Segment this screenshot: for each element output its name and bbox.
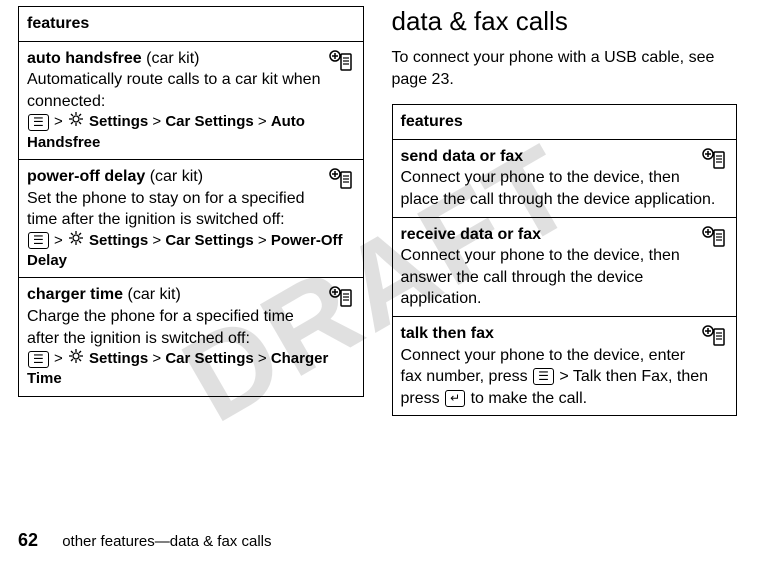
row-subtitle: (car kit) <box>150 168 203 185</box>
accessory-icon <box>329 50 355 79</box>
row-title: send data or fax <box>401 148 524 165</box>
row-charger-time: charger time (car kit) Charge the phone … <box>19 278 364 396</box>
row-receive-data-fax: receive data or fax Connect your phone t… <box>392 217 737 316</box>
footer-text: other features—data & fax calls <box>62 533 271 550</box>
row-desc: Connect your phone to the device, then p… <box>401 167 729 210</box>
menu-key-icon: ☰ <box>28 351 49 368</box>
send-key-icon: ↵ <box>445 390 465 407</box>
section-intro: To connect your phone with a USB cable, … <box>392 47 738 90</box>
row-title: power-off delay <box>27 168 145 185</box>
row-desc: Connect your phone to the device, then a… <box>401 245 729 310</box>
row-subtitle: (car kit) <box>128 286 181 303</box>
right-column: data & fax calls To connect your phone w… <box>392 6 738 416</box>
features-table-right: features <box>392 104 738 416</box>
menu-key-icon: ☰ <box>28 114 49 131</box>
row-send-data-fax: send data or fax Connect your phone to t… <box>392 139 737 217</box>
accessory-icon <box>329 286 355 315</box>
settings-gear-icon <box>69 231 83 251</box>
row-path: ☰ > Settings > Car Settings > Charger Ti… <box>27 349 355 390</box>
row-path: ☰ > Settings > Car Settings > Power-Off … <box>27 231 355 272</box>
row-path: ☰ > Settings > Car Settings > Auto Hands… <box>27 112 355 153</box>
accessory-icon <box>329 168 355 197</box>
menu-key-icon: ☰ <box>28 232 49 249</box>
row-title: charger time <box>27 286 123 303</box>
page-number: 62 <box>18 530 38 550</box>
row-auto-handsfree: auto handsfree (car kit) Automatically r… <box>19 41 364 159</box>
row-talk-then-fax: talk then fax Connect your phone to the … <box>392 316 737 415</box>
row-desc: Automatically route calls to a car kit w… <box>27 69 355 112</box>
row-title: talk then fax <box>401 325 494 342</box>
page-footer: 62 other features—data & fax calls <box>18 530 271 551</box>
table-header-features-right: features <box>392 105 737 140</box>
table-header-features-left: features <box>19 7 364 42</box>
row-title: auto handsfree <box>27 50 142 67</box>
accessory-icon <box>702 226 728 255</box>
row-power-off-delay: power-off delay (car kit) Set the phone … <box>19 159 364 277</box>
row-desc-line: Connect your phone to the device, enter … <box>401 345 729 410</box>
accessory-icon <box>702 148 728 177</box>
features-table-left: features <box>18 6 364 397</box>
settings-gear-icon <box>69 112 83 132</box>
left-column: features <box>18 6 364 416</box>
row-desc: Charge the phone for a specified time af… <box>27 306 355 349</box>
menu-key-icon: ☰ <box>533 368 554 385</box>
row-title: receive data or fax <box>401 226 542 243</box>
section-heading: data & fax calls <box>392 6 738 37</box>
row-subtitle: (car kit) <box>146 50 199 67</box>
settings-gear-icon <box>69 349 83 369</box>
row-desc: Set the phone to stay on for a specified… <box>27 188 355 231</box>
accessory-icon <box>702 325 728 354</box>
